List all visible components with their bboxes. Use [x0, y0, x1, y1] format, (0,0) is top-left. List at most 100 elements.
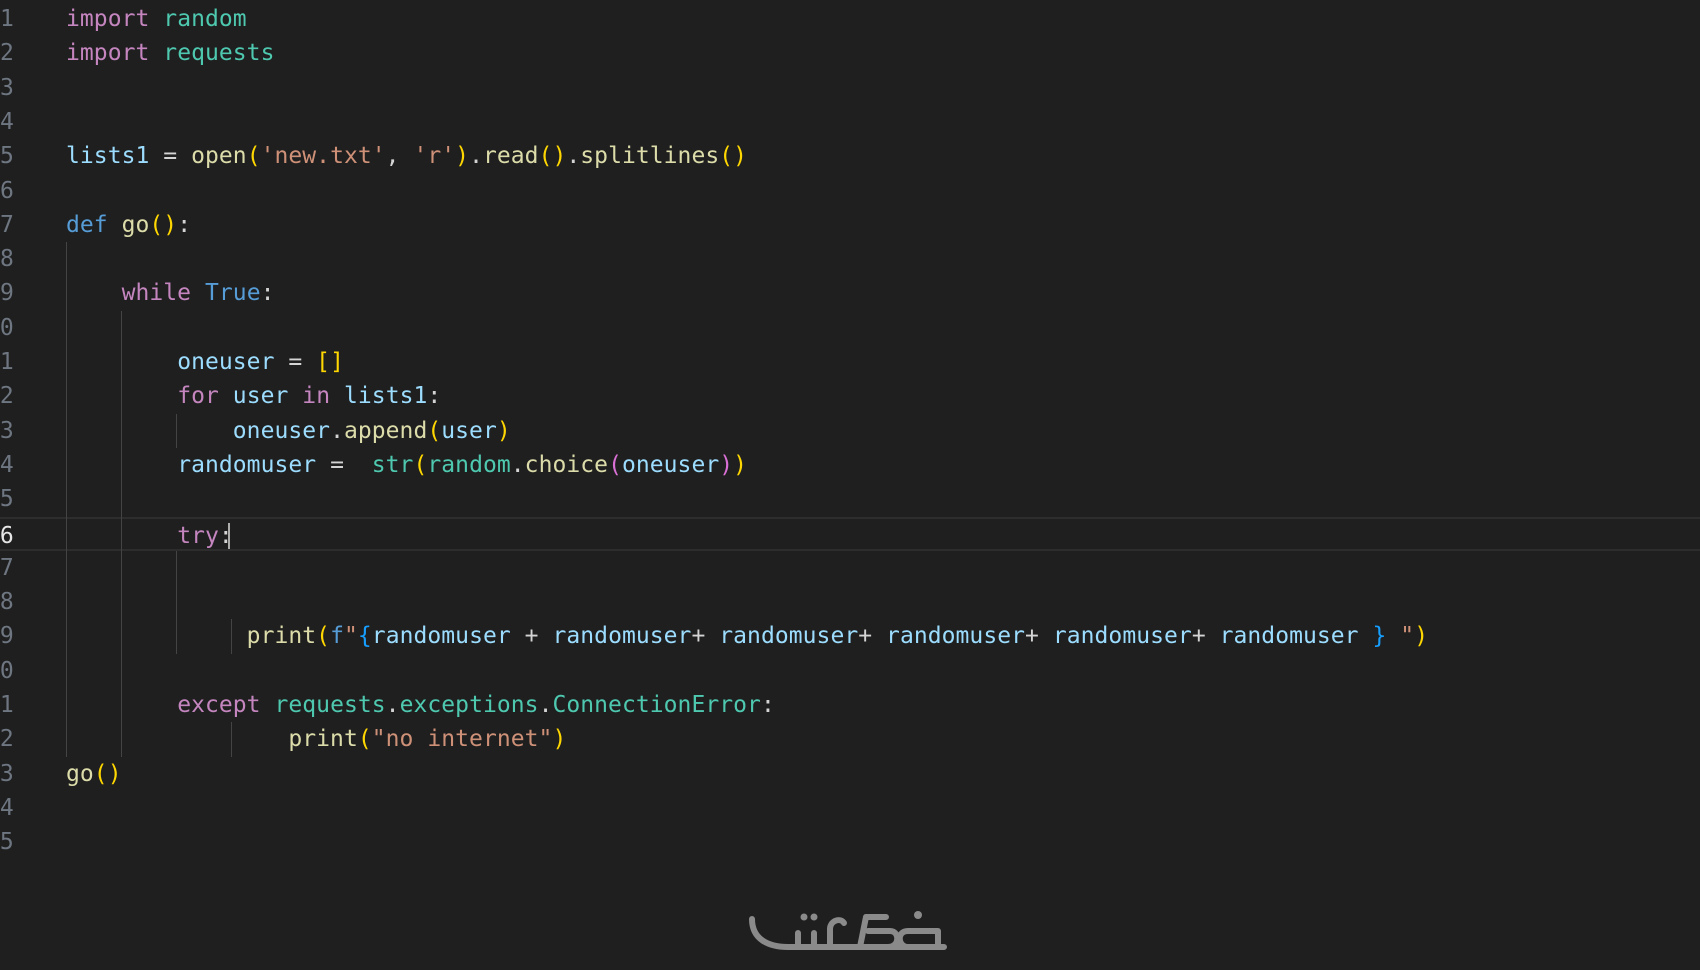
code-token: (	[357, 726, 372, 753]
code-token: randomuser	[1052, 623, 1192, 650]
code-line[interactable]: 14 randomuser = str(random.choice(oneuse…	[0, 448, 1700, 482]
line-number: 14	[0, 451, 14, 478]
line-number: 24	[0, 794, 14, 821]
code-token: ()	[93, 760, 122, 787]
code-token: read	[482, 143, 539, 170]
code-line[interactable]: 16 try:	[0, 516, 1700, 553]
code-token: try	[177, 522, 219, 549]
code-token: )	[733, 451, 748, 478]
indent-guide	[176, 413, 177, 448]
code-token: ()	[719, 143, 748, 170]
code-token: choice	[524, 451, 609, 478]
line-number: 3	[0, 74, 14, 101]
code-text[interactable]: lists1 = open('new.txt', 'r').read().spl…	[66, 139, 747, 173]
line-number: 16	[0, 522, 14, 549]
line-number: 13	[0, 417, 14, 444]
code-line[interactable]: 20	[0, 654, 1700, 688]
code-line[interactable]: 21 except requests.exceptions.Connection…	[0, 688, 1700, 722]
code-text[interactable]: oneuser.append(user)	[66, 414, 511, 448]
code-token: []	[316, 349, 344, 375]
indent-guide	[66, 242, 67, 757]
code-line[interactable]: 12 for user in lists1:	[0, 379, 1700, 413]
code-token: open	[191, 143, 247, 170]
code-line[interactable]: 25	[0, 825, 1700, 859]
code-token: splitlines	[580, 143, 720, 170]
code-text[interactable]: while True:	[66, 276, 275, 310]
code-token: import	[66, 40, 150, 67]
code-token: user	[441, 417, 497, 444]
code-token: random	[163, 6, 247, 32]
code-text[interactable]: try:	[66, 519, 233, 553]
code-token: :	[760, 692, 775, 718]
code-token: ,	[385, 143, 414, 170]
code-token: requests	[163, 40, 275, 67]
code-token: )	[719, 451, 734, 478]
code-token: .	[566, 143, 581, 170]
code-editor[interactable]: 1 import random 2 import requests 3 4 5 lists1 …	[0, 0, 1700, 880]
code-text[interactable]: randomuser = str(random.choice(oneuser))	[66, 448, 747, 482]
code-token: randomuser	[1219, 623, 1359, 650]
code-line[interactable]: 11 oneuser = []	[0, 345, 1700, 379]
code-line[interactable]: 19 print(f"{randomuser + randomuser+ ran…	[0, 619, 1700, 653]
code-line[interactable]: 23 go()	[0, 757, 1700, 791]
line-number: 20	[0, 657, 14, 684]
code-text[interactable]: print(f"{randomuser + randomuser+ random…	[66, 619, 1428, 653]
line-number: 21	[0, 692, 14, 718]
code-line[interactable]: 3	[0, 71, 1700, 105]
code-token: except	[177, 692, 261, 718]
code-text[interactable]: for user in lists1:	[66, 379, 441, 413]
code-token: =	[149, 143, 192, 170]
code-line[interactable]: 6	[0, 174, 1700, 208]
code-text[interactable]: oneuser = []	[66, 345, 344, 379]
code-text[interactable]: def go():	[66, 208, 191, 242]
line-number: 22	[0, 726, 14, 753]
code-token: {	[357, 623, 372, 650]
code-token: =	[274, 349, 317, 375]
line-number: 15	[0, 486, 14, 513]
code-token: )	[455, 143, 470, 170]
code-token: =	[316, 451, 372, 478]
code-line[interactable]: 10	[0, 311, 1700, 345]
code-text[interactable]: except requests.exceptions.ConnectionErr…	[66, 688, 775, 722]
code-line[interactable]: 18	[0, 585, 1700, 619]
code-token: )	[496, 417, 511, 444]
code-token: append	[343, 417, 428, 444]
line-number: 1	[0, 6, 14, 32]
code-line[interactable]: 24	[0, 791, 1700, 825]
code-line[interactable]: 7 def go():	[0, 208, 1700, 242]
code-token: ()	[149, 211, 178, 238]
indent-guide	[121, 310, 122, 757]
code-token: (	[427, 417, 442, 444]
code-token: for	[177, 383, 219, 410]
code-line[interactable]: 2 import requests	[0, 36, 1700, 70]
code-token: "	[343, 623, 358, 650]
code-line[interactable]: 8	[0, 242, 1700, 276]
watermark-logo-graphic	[749, 911, 947, 950]
code-token: +	[1191, 623, 1220, 650]
code-token: oneuser	[177, 349, 275, 375]
code-line[interactable]: 17	[0, 551, 1700, 585]
code-line[interactable]: 5 lists1 = open('new.txt', 'r').read().sp…	[0, 139, 1700, 173]
code-text[interactable]: import random	[66, 2, 247, 36]
code-token: randomuser	[719, 623, 859, 650]
code-line[interactable]: 22 print("no internet")	[0, 722, 1700, 756]
code-line[interactable]: 1 import random	[0, 2, 1700, 36]
code-token: randomuser	[177, 451, 317, 478]
code-token: "no internet"	[371, 726, 553, 753]
code-text[interactable]: go()	[66, 757, 122, 791]
code-line[interactable]: 4	[0, 105, 1700, 139]
code-token: (	[608, 451, 622, 478]
code-token: 'r'	[413, 143, 456, 170]
code-token: oneuser	[621, 451, 720, 478]
code-token: .	[330, 417, 344, 444]
code-token: (	[316, 623, 331, 650]
code-line[interactable]: 9 while True:	[0, 276, 1700, 310]
code-text[interactable]: import requests	[66, 36, 274, 70]
code-line[interactable]: 15	[0, 482, 1700, 516]
code-token: .	[510, 451, 525, 478]
code-text[interactable]: print("no internet")	[66, 722, 566, 756]
code-line[interactable]: 13 oneuser.append(user)	[0, 414, 1700, 448]
